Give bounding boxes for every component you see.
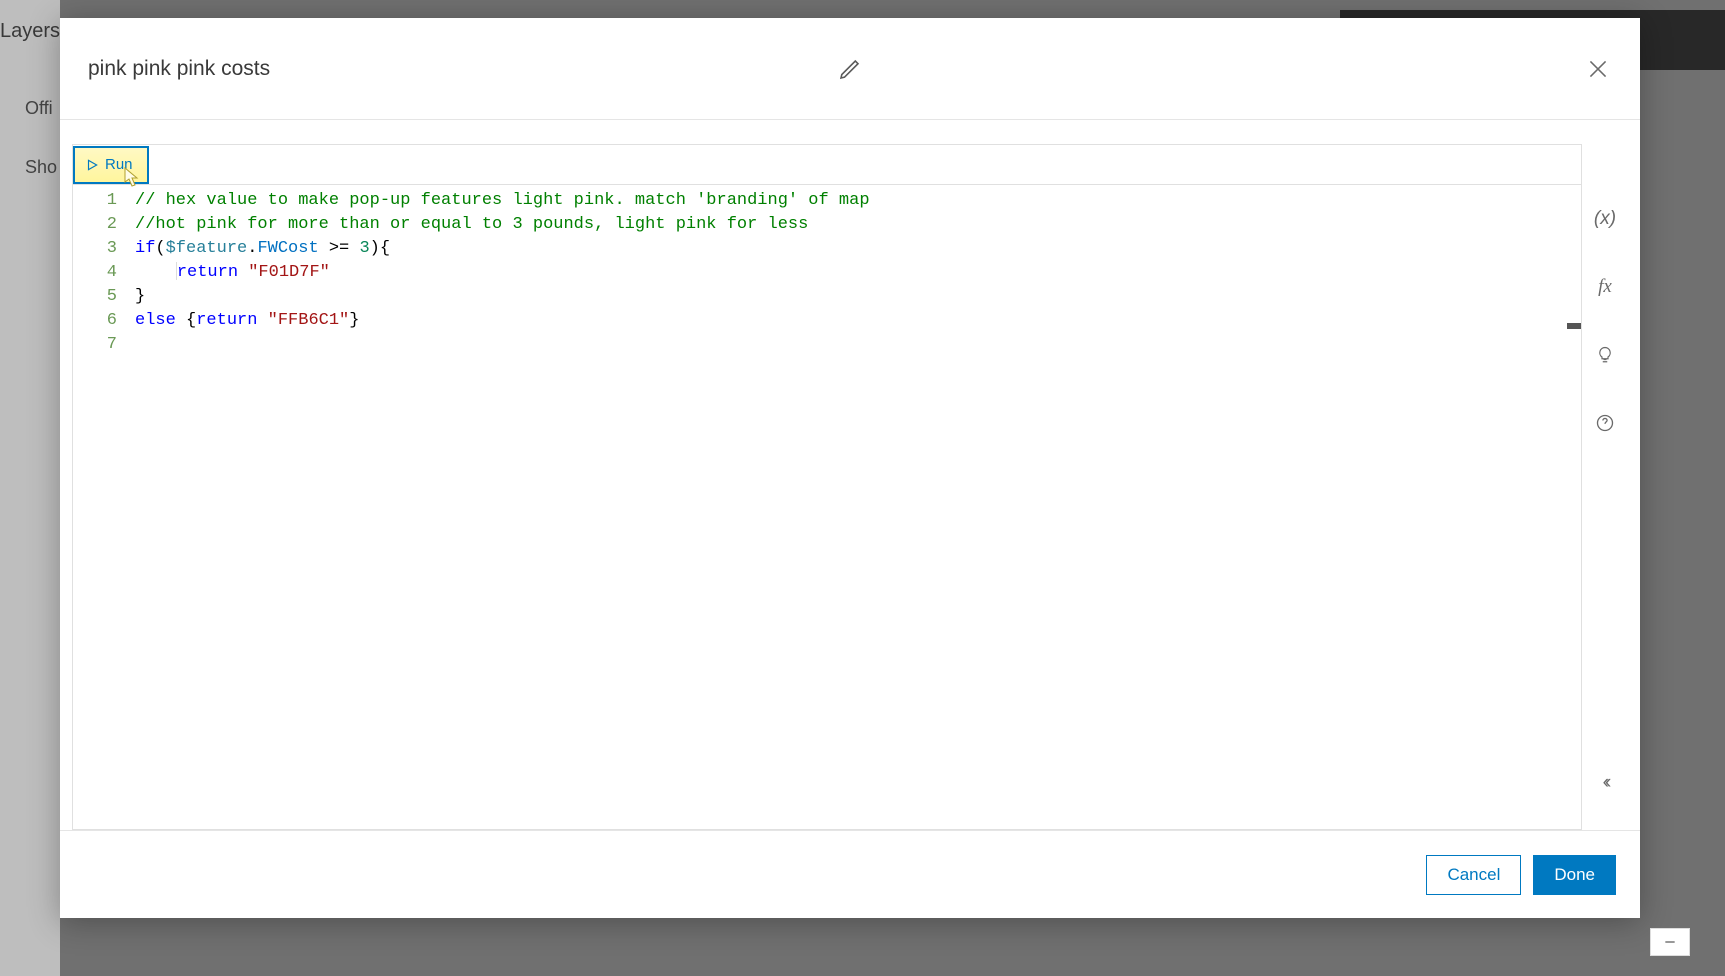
editor-toolbar: Run bbox=[73, 145, 1581, 185]
run-button[interactable]: Run bbox=[73, 146, 149, 184]
expression-title: pink pink pink costs bbox=[88, 57, 270, 81]
cancel-button[interactable]: Cancel bbox=[1426, 855, 1521, 895]
collapse-panel-button[interactable]: ‹‹ bbox=[1588, 766, 1622, 800]
play-icon bbox=[85, 158, 99, 172]
run-label: Run bbox=[105, 156, 133, 173]
help-icon bbox=[1595, 413, 1615, 433]
expression-modal: pink pink pink costs Run 12 bbox=[60, 18, 1640, 918]
lightbulb-icon bbox=[1596, 346, 1614, 364]
functions-button[interactable]: fx bbox=[1588, 270, 1622, 304]
done-button[interactable]: Done bbox=[1533, 855, 1616, 895]
code-lines[interactable]: // hex value to make pop-up features lig… bbox=[135, 189, 1581, 829]
side-toolbar: (x) fx ‹‹ bbox=[1582, 144, 1628, 830]
modal-footer: Cancel Done bbox=[60, 830, 1640, 918]
close-icon bbox=[1585, 56, 1611, 82]
zoom-out-button[interactable] bbox=[1650, 928, 1690, 956]
minimap-marker bbox=[1567, 323, 1581, 329]
close-button[interactable] bbox=[1578, 49, 1618, 89]
help-button[interactable] bbox=[1588, 406, 1622, 440]
code-editor[interactable]: Run 1234567 // hex value to make pop-up … bbox=[72, 144, 1582, 830]
line-gutter: 1234567 bbox=[73, 189, 135, 829]
variables-button[interactable]: (x) bbox=[1588, 202, 1622, 236]
edit-title-button[interactable] bbox=[834, 53, 866, 85]
code-area[interactable]: 1234567 // hex value to make pop-up feat… bbox=[73, 185, 1581, 829]
suggestions-button[interactable] bbox=[1588, 338, 1622, 372]
pencil-icon bbox=[838, 57, 862, 81]
modal-body: Run 1234567 // hex value to make pop-up … bbox=[60, 120, 1640, 830]
minus-icon bbox=[1662, 934, 1678, 950]
modal-header: pink pink pink costs bbox=[60, 18, 1640, 120]
